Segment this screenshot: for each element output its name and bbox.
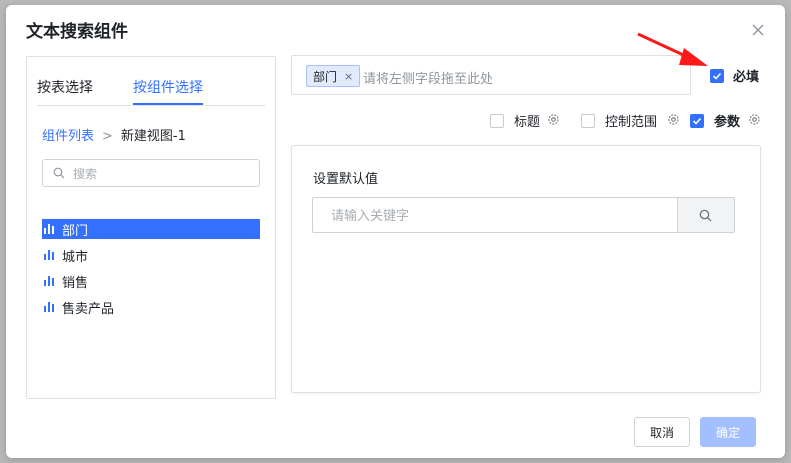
- bar-chart-icon: [44, 250, 56, 260]
- dialog-title: 文本搜索组件: [26, 22, 128, 42]
- title-label: 标题: [514, 115, 541, 130]
- search-icon: [53, 167, 65, 179]
- keyword-search-button[interactable]: [677, 197, 735, 233]
- field-item-product[interactable]: 售卖产品: [42, 297, 260, 317]
- selector-tabs: 按表选择 按组件选择: [37, 57, 265, 106]
- text-search-component-dialog: 文本搜索组件 按表选择 按组件选择 组件列表 > 新建视图-1 部门: [6, 5, 785, 458]
- default-value-label: 设置默认值: [313, 172, 379, 187]
- field-label: 部门: [62, 223, 89, 239]
- drop-zone-hint: 请将左侧字段拖至此处: [363, 72, 494, 87]
- checkmark-icon: [692, 117, 702, 125]
- confirm-button[interactable]: 确定: [700, 417, 756, 447]
- required-checkbox[interactable]: [710, 69, 724, 83]
- field-label: 销售: [62, 275, 89, 291]
- field-item-department[interactable]: 部门: [42, 219, 260, 239]
- control-range-label: 控制范围: [605, 115, 658, 130]
- required-label: 必填: [733, 70, 760, 85]
- field-label: 售卖产品: [62, 301, 115, 317]
- keyword-input[interactable]: [329, 206, 663, 226]
- param-label: 参数: [714, 115, 741, 130]
- bar-chart-icon: [44, 302, 56, 312]
- field-drop-zone[interactable]: 部门 × 请将左侧字段拖至此处: [291, 55, 691, 95]
- gear-icon[interactable]: [667, 113, 680, 126]
- selected-field-tag: 部门 ×: [306, 65, 361, 87]
- default-value-panel: 设置默认值: [291, 145, 761, 393]
- breadcrumb-current-view: 新建视图-1: [120, 129, 186, 144]
- field-selector-panel: 按表选择 按组件选择 组件列表 > 新建视图-1 部门 城市: [26, 56, 276, 399]
- cancel-button[interactable]: 取消: [634, 417, 690, 447]
- field-label: 城市: [62, 249, 89, 265]
- tab-by-component[interactable]: 按组件选择: [133, 77, 203, 97]
- param-checkbox[interactable]: [690, 114, 704, 128]
- bar-chart-icon: [44, 224, 56, 234]
- checkmark-icon: [712, 72, 722, 80]
- breadcrumb: 组件列表 > 新建视图-1: [42, 125, 186, 144]
- tab-by-table[interactable]: 按表选择: [37, 77, 93, 97]
- title-checkbox[interactable]: [490, 114, 504, 128]
- tag-remove-icon[interactable]: ×: [344, 70, 353, 83]
- active-tab-indicator: [133, 103, 203, 105]
- chevron-right-icon: >: [102, 129, 113, 144]
- close-icon[interactable]: [750, 22, 766, 38]
- search-icon: [699, 209, 712, 222]
- gear-icon[interactable]: [547, 113, 560, 126]
- field-search-box[interactable]: [42, 159, 260, 187]
- control-range-checkbox[interactable]: [581, 114, 595, 128]
- tag-label: 部门: [313, 69, 338, 84]
- bar-chart-icon: [44, 276, 56, 286]
- search-input[interactable]: [71, 164, 255, 184]
- field-item-city[interactable]: 城市: [42, 245, 260, 265]
- keyword-field[interactable]: [312, 197, 677, 233]
- field-list: 部门 城市 销售 售卖产品: [42, 219, 260, 323]
- annotation-arrow-icon: [637, 32, 708, 66]
- gear-icon[interactable]: [748, 113, 761, 126]
- breadcrumb-component-list[interactable]: 组件列表: [42, 129, 94, 144]
- field-item-sales[interactable]: 销售: [42, 271, 260, 291]
